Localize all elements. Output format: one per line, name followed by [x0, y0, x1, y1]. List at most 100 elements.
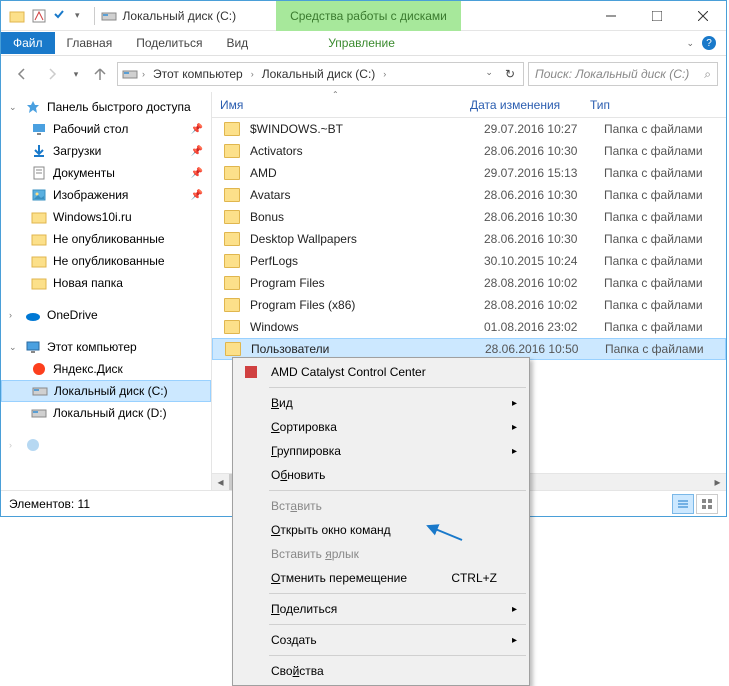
- tab-view[interactable]: Вид: [214, 32, 260, 54]
- sidebar-network[interactable]: ›: [1, 434, 211, 456]
- sidebar-item-drive[interactable]: Локальный диск (C:): [1, 380, 211, 402]
- table-row[interactable]: AMD 29.07.2016 15:13 Папка с файлами: [212, 162, 726, 184]
- column-header-type[interactable]: Тип: [590, 98, 710, 112]
- pin-icon: 📌: [191, 146, 203, 157]
- search-icon[interactable]: ⌕: [704, 67, 711, 82]
- chevron-right-icon: ▸: [512, 398, 517, 409]
- file-date: 28.06.2016 10:30: [484, 188, 604, 202]
- qat-dropdown-icon[interactable]: ▾: [75, 10, 80, 21]
- address-bar[interactable]: › Этот компьютер › Локальный диск (C:) ›…: [117, 62, 524, 86]
- sidebar-this-pc[interactable]: ⌄ Этот компьютер: [1, 336, 211, 358]
- cloud-icon: [25, 307, 41, 323]
- ribbon-expand-icon[interactable]: ⌄: [686, 38, 694, 49]
- scroll-right-icon[interactable]: ▸: [709, 474, 726, 490]
- search-box[interactable]: ⌕: [528, 62, 718, 86]
- minimize-button[interactable]: [588, 1, 634, 31]
- sidebar-onedrive[interactable]: › OneDrive: [1, 304, 211, 326]
- sidebar-item-label: Этот компьютер: [47, 340, 137, 354]
- chevron-down-icon[interactable]: ⌄: [9, 102, 19, 113]
- sidebar-item-drive[interactable]: Локальный диск (D:): [1, 402, 211, 424]
- table-row[interactable]: Bonus 28.06.2016 10:30 Папка с файлами: [212, 206, 726, 228]
- maximize-button[interactable]: [634, 1, 680, 31]
- refresh-icon[interactable]: ↻: [501, 67, 519, 81]
- pin-icon: 📌: [191, 190, 203, 201]
- desktop-icon: [31, 121, 47, 137]
- scroll-left-icon[interactable]: ◂: [212, 474, 229, 490]
- menu-item-open-cmd[interactable]: Открыть окно команд: [235, 518, 527, 542]
- properties-icon[interactable]: [31, 8, 47, 24]
- menu-separator: [269, 490, 526, 491]
- table-row[interactable]: Program Files (x86) 28.08.2016 10:02 Пап…: [212, 294, 726, 316]
- menu-item-properties[interactable]: Свойства: [235, 659, 527, 683]
- amd-icon: [243, 364, 259, 380]
- chevron-right-icon[interactable]: ›: [9, 310, 19, 320]
- help-icon[interactable]: ?: [702, 36, 716, 50]
- sidebar-item[interactable]: Windows10i.ru: [1, 206, 211, 228]
- menu-item-refresh[interactable]: Обновить: [235, 463, 527, 487]
- breadcrumb-segment[interactable]: Локальный диск (C:): [258, 67, 380, 81]
- address-dropdown-icon[interactable]: ⌄: [481, 67, 497, 81]
- check-icon[interactable]: [53, 8, 69, 24]
- folder-icon: [224, 254, 240, 268]
- column-header-name[interactable]: Имя: [220, 98, 470, 112]
- sidebar-item[interactable]: Рабочий стол 📌: [1, 118, 211, 140]
- search-input[interactable]: [535, 67, 704, 81]
- table-row[interactable]: Desktop Wallpapers 28.06.2016 10:30 Папк…: [212, 228, 726, 250]
- menu-item-group[interactable]: Группировка▸: [235, 439, 527, 463]
- chevron-down-icon[interactable]: ⌄: [9, 342, 19, 353]
- sidebar-item[interactable]: Не опубликованные: [1, 228, 211, 250]
- menu-item-share[interactable]: Поделиться▸: [235, 597, 527, 621]
- recent-dropdown-icon[interactable]: ▾: [69, 61, 83, 87]
- table-row[interactable]: PerfLogs 30.10.2015 10:24 Папка с файлам…: [212, 250, 726, 272]
- breadcrumb-segment[interactable]: Этот компьютер: [149, 67, 247, 81]
- table-row[interactable]: $WINDOWS.~BT 29.07.2016 10:27 Папка с фа…: [212, 118, 726, 140]
- tab-manage[interactable]: Управление: [316, 32, 407, 54]
- file-type: Папка с файлами: [604, 144, 724, 158]
- folder-icon: [224, 320, 240, 334]
- sidebar-item-label: Рабочий стол: [53, 122, 128, 136]
- table-row[interactable]: Avatars 28.06.2016 10:30 Папка с файлами: [212, 184, 726, 206]
- tab-home[interactable]: Главная: [55, 32, 125, 54]
- sidebar-item-drive[interactable]: Яндекс.Диск: [1, 358, 211, 380]
- sidebar-item[interactable]: Загрузки📌: [1, 140, 211, 162]
- sidebar-item[interactable]: Изображения📌: [1, 184, 211, 206]
- file-name: PerfLogs: [250, 254, 484, 268]
- back-button[interactable]: [9, 61, 35, 87]
- tab-share[interactable]: Поделиться: [124, 32, 214, 54]
- menu-separator: [269, 387, 526, 388]
- menu-item-amd[interactable]: AMD Catalyst Control Center: [235, 360, 527, 384]
- view-icons-button[interactable]: [696, 494, 718, 514]
- drive-icon: [32, 383, 48, 399]
- table-row[interactable]: Program Files 28.08.2016 10:02 Папка с ф…: [212, 272, 726, 294]
- folder-icon: [224, 298, 240, 312]
- file-date: 28.08.2016 10:02: [484, 298, 604, 312]
- contextual-tab[interactable]: Средства работы с дисками: [276, 1, 461, 31]
- forward-button[interactable]: [39, 61, 65, 87]
- chevron-right-icon[interactable]: ›: [251, 69, 254, 79]
- sidebar-quick-access[interactable]: ⌄ Панель быстрого доступа: [1, 96, 211, 118]
- menu-item-undo[interactable]: Отменить перемещениеCTRL+Z: [235, 566, 527, 590]
- pin-icon: 📌: [191, 124, 203, 135]
- navigation-pane[interactable]: ⌄ Панель быстрого доступа Рабочий стол📌 …: [1, 92, 212, 490]
- table-row[interactable]: Activators 28.06.2016 10:30 Папка с файл…: [212, 140, 726, 162]
- pictures-icon: [31, 187, 47, 203]
- sidebar-item[interactable]: Документы📌: [1, 162, 211, 184]
- up-button[interactable]: [87, 61, 113, 87]
- chevron-right-icon[interactable]: ›: [142, 69, 145, 79]
- sidebar-item[interactable]: Новая папка: [1, 272, 211, 294]
- table-row[interactable]: Windows 01.08.2016 23:02 Папка с файлами: [212, 316, 726, 338]
- file-type: Папка с файлами: [604, 276, 724, 290]
- chevron-right-icon[interactable]: ›: [383, 69, 386, 79]
- menu-item-view[interactable]: Вид▸: [235, 391, 527, 415]
- view-details-button[interactable]: [672, 494, 694, 514]
- menu-item-new[interactable]: Создать▸: [235, 628, 527, 652]
- menu-item-sort[interactable]: Сортировка▸: [235, 415, 527, 439]
- tab-file[interactable]: Файл: [1, 32, 55, 54]
- column-header-date[interactable]: Дата изменения: [470, 98, 590, 112]
- pin-icon: 📌: [191, 168, 203, 179]
- file-name: AMD: [250, 166, 484, 180]
- folder-icon: [224, 166, 240, 180]
- close-button[interactable]: [680, 1, 726, 31]
- folder-icon: [224, 276, 240, 290]
- sidebar-item[interactable]: Не опубликованные: [1, 250, 211, 272]
